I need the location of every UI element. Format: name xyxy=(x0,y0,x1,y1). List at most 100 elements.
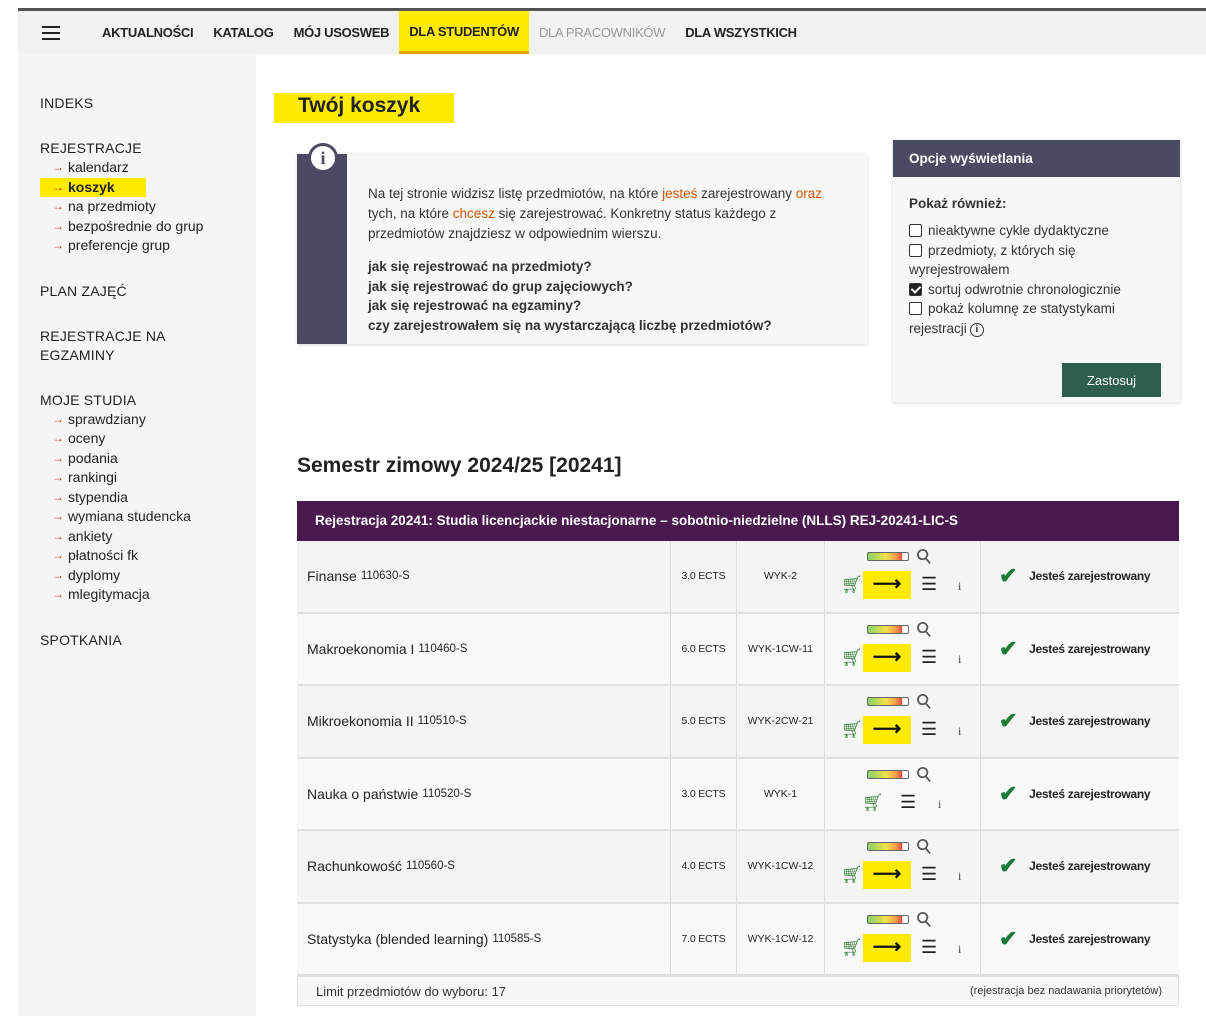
groups-cell[interactable]: WYK-1 CW-11 xyxy=(737,613,825,684)
registration-rows: Finanse 110630-S 3.0 ECTS WYK-2 ⚲ 🛒︎ ⟶ ☰… xyxy=(297,541,1179,976)
checkbox-icon[interactable] xyxy=(909,243,922,257)
paperclip-icon[interactable]: ⚲ xyxy=(911,615,938,644)
help-link-liczba[interactable]: czy zarejestrowałem się na wystarczającą… xyxy=(368,316,772,336)
hamburger-icon[interactable] xyxy=(28,11,74,54)
sidebar-item-koszyk[interactable]: → koszyk xyxy=(40,177,146,197)
registration-level-bar-icon[interactable] xyxy=(867,624,909,634)
cart-icon[interactable]: 🛒︎ xyxy=(841,720,863,740)
groups-cell[interactable]: WYK-1 CW-12 xyxy=(737,903,825,974)
sidebar-item-mlegitymacja[interactable]: → mlegitymacja xyxy=(52,585,256,605)
paperclip-icon[interactable]: ⚲ xyxy=(911,687,938,716)
cart-icon[interactable]: 🛒︎ xyxy=(841,575,863,595)
groups-cell[interactable]: WYK-2 xyxy=(737,541,825,612)
arrow-right-icon[interactable]: ⟶ xyxy=(863,933,911,962)
sidebar-item-platnosci[interactable]: → płatności fk xyxy=(52,546,256,566)
checkbox-icon[interactable] xyxy=(909,302,922,315)
arrow-icon: → xyxy=(52,489,64,504)
sidebar-item-ankiety[interactable]: → ankiety xyxy=(52,527,256,547)
sidebar-item-dyplomy[interactable]: → dyplomy xyxy=(52,566,256,586)
arrow-right-icon[interactable]: ⟶ xyxy=(863,571,911,599)
list-icon[interactable]: ☰ xyxy=(900,792,916,813)
info-links: jak się rejestrować na przedmioty? jak s… xyxy=(368,257,772,335)
info-icon[interactable]: i xyxy=(958,869,961,884)
nav-dla-studentow[interactable]: DLA STUDENTÓW xyxy=(399,11,529,54)
paperclip-icon[interactable]: ⚲ xyxy=(911,832,938,861)
help-link-grupy[interactable]: jak się rejestrować do grup zajęciowych? xyxy=(368,277,772,297)
option-unregistered[interactable]: przedmioty, z których się wyrejestrowałe… xyxy=(909,241,1168,280)
registration-level-bar-icon[interactable] xyxy=(867,842,909,851)
checkbox-icon[interactable] xyxy=(909,224,922,237)
sidebar-item-rejestracje-egzaminy[interactable]: REJESTRACJE NA EGZAMINY xyxy=(40,327,256,365)
sidebar-item-rejestracje[interactable]: REJESTRACJE xyxy=(40,139,256,158)
checkbox-checked-icon[interactable] xyxy=(909,282,922,296)
status-cell: ✔ Jesteś zarejestrowany xyxy=(981,541,1179,612)
info-icon[interactable]: i xyxy=(958,652,961,667)
sidebar-item-podania[interactable]: → podania xyxy=(52,449,256,469)
cart-icon[interactable]: 🛒︎ xyxy=(841,648,863,668)
paperclip-icon[interactable]: ⚲ xyxy=(911,905,938,934)
option-show-stats[interactable]: pokaż kolumnę ze statystykami rejestracj… xyxy=(909,299,1168,338)
registration-level-bar-icon[interactable] xyxy=(867,914,909,924)
cart-icon[interactable]: 🛒︎ xyxy=(841,938,863,958)
sidebar-item-bezposrednie[interactable]: → bezpośrednie do grup xyxy=(52,217,256,237)
course-name[interactable]: Mikroekonomia II xyxy=(307,713,414,729)
help-link-przedmioty[interactable]: jak się rejestrować na przedmioty? xyxy=(368,257,772,277)
option-sort-reverse[interactable]: sortuj odwrotnie chronologicznie xyxy=(909,280,1168,300)
checkmark-icon: ✔ xyxy=(999,780,1018,806)
course-name[interactable]: Makroekonomia I xyxy=(307,641,414,657)
sidebar-item-sprawdziany[interactable]: → sprawdziany xyxy=(52,410,256,430)
arrow-icon: → xyxy=(52,238,64,252)
registration-level-bar-icon[interactable] xyxy=(867,697,909,706)
paperclip-icon[interactable]: ⚲ xyxy=(911,760,938,789)
option-inactive-cycles[interactable]: nieaktywne cykle dydaktyczne xyxy=(909,221,1168,241)
cart-icon[interactable]: 🛒︎ xyxy=(841,865,863,885)
course-name[interactable]: Nauka o państwie xyxy=(307,786,418,802)
sidebar-item-plan-zajec[interactable]: PLAN ZAJĘĆ xyxy=(40,282,256,301)
status-cell: ✔ Jesteś zarejestrowany xyxy=(981,831,1179,902)
sidebar-item-spotkania[interactable]: SPOTKANIA xyxy=(40,631,256,650)
sidebar-item-rankingi[interactable]: → rankingi xyxy=(52,468,256,488)
checkmark-icon: ✔ xyxy=(999,853,1018,879)
groups-cell[interactable]: WYK-1 CW-12 xyxy=(737,831,825,902)
sidebar-item-kalendarz[interactable]: → kalendarz xyxy=(52,158,256,178)
nav-dla-pracownikow[interactable]: DLA PRACOWNIKÓW xyxy=(529,11,675,54)
paperclip-icon[interactable]: ⚲ xyxy=(911,542,938,571)
nav-dla-wszystkich[interactable]: DLA WSZYSTKICH xyxy=(675,11,807,54)
list-icon[interactable]: ☰ xyxy=(921,864,937,885)
groups-cell[interactable]: WYK-2 CW-21 xyxy=(737,686,825,757)
groups-cell[interactable]: WYK-1 xyxy=(737,758,825,829)
registration-level-bar-icon[interactable] xyxy=(867,769,909,779)
arrow-right-icon[interactable]: ⟶ xyxy=(863,716,911,744)
course-name[interactable]: Finanse xyxy=(307,568,357,584)
sidebar-item-stypendia[interactable]: → stypendia xyxy=(52,488,256,508)
list-icon[interactable]: ☰ xyxy=(921,647,937,668)
sidebar-item-wymiana[interactable]: → wymiana studencka xyxy=(52,507,256,527)
info-icon[interactable]: i xyxy=(938,797,941,812)
info-icon[interactable]: i xyxy=(958,724,961,739)
registration-level-bar-icon[interactable] xyxy=(867,552,909,561)
help-link-egzaminy[interactable]: jak się rejestrować na egzaminy? xyxy=(368,296,772,316)
course-name[interactable]: Rachunkowość xyxy=(307,858,402,874)
sidebar-item-na-przedmioty[interactable]: → na przedmioty xyxy=(52,197,256,217)
info-icon[interactable]: i xyxy=(958,942,961,957)
info-stripe xyxy=(297,154,347,344)
arrow-right-icon[interactable]: ⟶ xyxy=(863,861,911,889)
cart-icon[interactable]: 🛒︎ xyxy=(862,793,884,813)
arrow-right-icon[interactable]: ⟶ xyxy=(863,643,911,672)
course-name[interactable]: Statystyka (blended learning) xyxy=(307,931,488,947)
list-icon[interactable]: ☰ xyxy=(921,574,937,595)
sidebar-item-moje-studia[interactable]: MOJE STUDIA xyxy=(40,391,256,410)
info-tooltip-icon[interactable]: i xyxy=(969,322,984,337)
nav-aktualnosci[interactable]: AKTUALNOŚCI xyxy=(92,11,203,54)
info-icon[interactable]: i xyxy=(958,579,961,594)
list-icon[interactable]: ☰ xyxy=(921,937,937,958)
sidebar-item-indeks[interactable]: INDEKS xyxy=(40,94,256,113)
sidebar-item-oceny[interactable]: → oceny xyxy=(52,429,256,449)
arrow-icon: → xyxy=(52,450,64,465)
apply-button[interactable]: Zastosuj xyxy=(1062,363,1161,397)
course-code: 110560-S xyxy=(405,860,455,873)
sidebar-item-preferencje[interactable]: → preferencje grup xyxy=(52,236,256,256)
list-icon[interactable]: ☰ xyxy=(921,719,937,740)
nav-moj-usosweb[interactable]: MÓJ USOSWEB xyxy=(284,11,400,54)
nav-katalog[interactable]: KATALOG xyxy=(203,11,283,54)
